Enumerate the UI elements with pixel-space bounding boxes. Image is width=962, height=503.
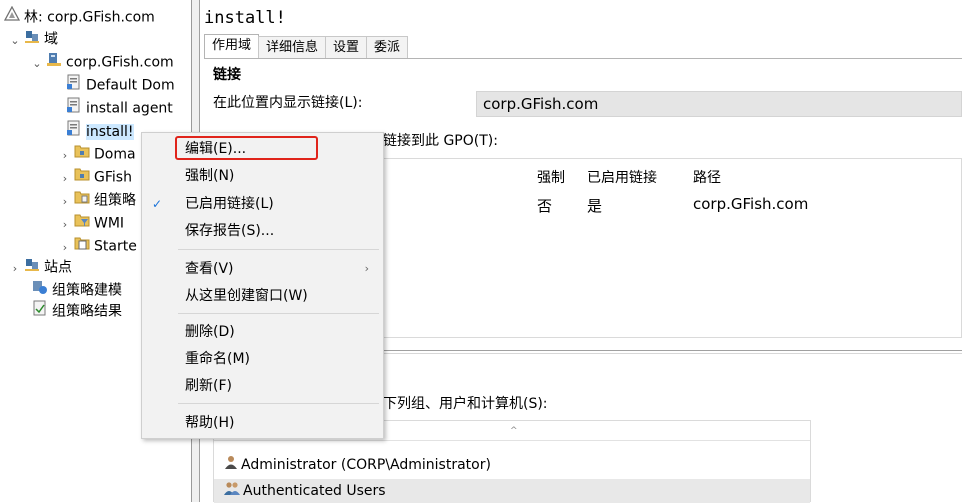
tab-strip: 作用域 详细信息 设置 委派	[204, 34, 409, 59]
menu-separator	[178, 313, 379, 314]
tree-label: 组策略	[94, 192, 136, 209]
ou-folder-icon	[74, 166, 90, 189]
menu-item-label: 已启用链接(L)	[185, 196, 274, 212]
column-header-link-enabled[interactable]: 已启用链接	[587, 167, 657, 187]
column-header-enforced[interactable]: 强制	[537, 167, 565, 187]
tree-label: 站点	[44, 259, 72, 276]
list-item-label: Authenticated Users	[243, 483, 386, 499]
menu-item-label: 重命名(M)	[185, 351, 251, 367]
tab-scope[interactable]: 作用域	[204, 34, 260, 59]
tree-label: Doma	[94, 146, 136, 163]
menu-item-help[interactable]: 帮助(H)	[142, 411, 383, 435]
menu-item-label: 查看(V)	[185, 261, 234, 277]
menu-separator	[178, 249, 379, 250]
menu-item-label: 帮助(H)	[185, 415, 235, 431]
cell-path: corp.GFish.com	[693, 195, 809, 213]
gpo-title: install!	[204, 8, 286, 28]
security-filter-label-text: 下列组、用户和计算机(S):	[383, 396, 548, 412]
ou-folder-icon	[74, 143, 90, 166]
tree-label: 林: corp.GFish.com	[24, 9, 155, 26]
column-header-path[interactable]: 路径	[693, 167, 721, 187]
sites-icon	[24, 256, 40, 279]
tree-item-sites[interactable]: › 站点	[8, 256, 72, 278]
gpo-link-icon	[66, 97, 82, 120]
chevron-right-icon[interactable]: ›	[58, 214, 72, 236]
cell-link-enabled: 是	[587, 197, 603, 215]
domains-icon	[24, 28, 40, 51]
menu-item-label: 刷新(F)	[185, 378, 232, 394]
menu-item-label: 强制(N)	[185, 168, 235, 184]
highlight-box	[175, 136, 318, 160]
tree-label: GFish	[94, 169, 132, 186]
list-item[interactable]: Administrator (CORP\Administrator)	[214, 453, 810, 477]
modeling-icon	[32, 279, 48, 302]
tree-label: 组策略结果	[52, 303, 122, 320]
cell-enforced: 否	[537, 197, 553, 215]
tree-item-ou[interactable]: › GFish	[58, 166, 132, 188]
tree-label: Starte	[94, 238, 137, 255]
list-item[interactable]: Authenticated Users	[214, 479, 810, 503]
chevron-right-icon[interactable]: ›	[58, 145, 72, 167]
tree-item-gpo-link[interactable]: install agent	[64, 97, 173, 119]
chevron-right-icon[interactable]: ›	[58, 191, 72, 213]
sort-ascending-icon: ^	[510, 426, 518, 436]
gpo-folder-icon	[74, 189, 90, 212]
context-menu: 编辑(E)... 强制(N) ✓ 已启用链接(L) 保存报告(S)... 查看(…	[141, 132, 384, 439]
menu-separator	[178, 403, 379, 404]
chevron-down-icon[interactable]: ⌄	[8, 30, 22, 52]
tree-item-ou[interactable]: › Doma	[58, 143, 136, 165]
links-heading: 链接	[213, 67, 241, 83]
tree-item-starter-gpo[interactable]: › Starte	[58, 235, 137, 257]
submenu-arrow-icon: ›	[364, 262, 369, 275]
tree-item-wmi[interactable]: › WMI	[58, 212, 124, 234]
menu-item-new-window[interactable]: 从这里创建窗口(W)	[142, 284, 383, 308]
tree-item-gpo-container[interactable]: › 组策略	[58, 189, 136, 211]
results-icon	[32, 300, 48, 323]
menu-item-refresh[interactable]: 刷新(F)	[142, 374, 383, 398]
gpo-link-icon	[66, 120, 82, 143]
menu-item-link-enabled[interactable]: ✓ 已启用链接(L)	[142, 192, 383, 216]
tree-label: install!	[86, 123, 134, 140]
tree-label: corp.GFish.com	[66, 54, 174, 71]
tab-details[interactable]: 详细信息	[258, 36, 327, 59]
checkmark-icon: ✓	[152, 197, 163, 211]
chevron-right-icon[interactable]: ›	[58, 168, 72, 190]
tree-label: Default Dom	[86, 77, 175, 94]
tree-label: WMI	[94, 215, 125, 232]
tree-item-domain[interactable]: ⌄ corp.GFish.com	[30, 51, 174, 73]
location-dropdown[interactable]: corp.GFish.com	[476, 91, 962, 117]
tree-item-forest[interactable]: 林: corp.GFish.com	[2, 5, 155, 29]
tree-label: install agent	[86, 100, 173, 117]
chevron-right-icon[interactable]: ›	[8, 258, 22, 280]
gpo-links-label-text: 链接到此 GPO(T):	[383, 133, 498, 149]
tab-settings[interactable]: 设置	[325, 36, 368, 59]
menu-item-label: 删除(D)	[185, 324, 235, 340]
user-icon	[224, 453, 238, 477]
menu-item-label: 从这里创建窗口(W)	[185, 288, 308, 304]
menu-item-delete[interactable]: 删除(D)	[142, 320, 383, 344]
menu-item-view[interactable]: 查看(V) ›	[142, 257, 383, 281]
tree-item-results[interactable]: 组策略结果	[30, 300, 122, 322]
gpo-link-icon	[66, 74, 82, 97]
wmi-filter-icon	[74, 212, 90, 235]
tree-label: 组策略建模	[52, 282, 122, 299]
tree-item-gpo-link-selected[interactable]: install!	[64, 120, 134, 142]
menu-item-save-report[interactable]: 保存报告(S)...	[142, 219, 383, 243]
tree-item-domains[interactable]: ⌄ 域	[8, 28, 58, 50]
forest-icon	[3, 5, 21, 29]
starter-gpo-icon	[74, 235, 90, 258]
menu-item-label: 保存报告(S)...	[185, 223, 275, 239]
list-item-label: Administrator (CORP\Administrator)	[241, 457, 491, 473]
tree-item-modeling[interactable]: 组策略建模	[30, 279, 122, 301]
tree-label: 域	[44, 31, 58, 48]
domain-icon	[46, 51, 62, 74]
chevron-down-icon[interactable]: ⌄	[30, 53, 44, 75]
menu-item-rename[interactable]: 重命名(M)	[142, 347, 383, 371]
users-icon	[224, 479, 240, 503]
location-label: 在此位置内显示链接(L):	[213, 95, 363, 111]
tab-divider	[204, 58, 962, 59]
tree-item-gpo-link[interactable]: Default Dom	[64, 74, 175, 96]
tab-delegation[interactable]: 委派	[366, 36, 409, 59]
menu-item-enforce[interactable]: 强制(N)	[142, 164, 383, 188]
